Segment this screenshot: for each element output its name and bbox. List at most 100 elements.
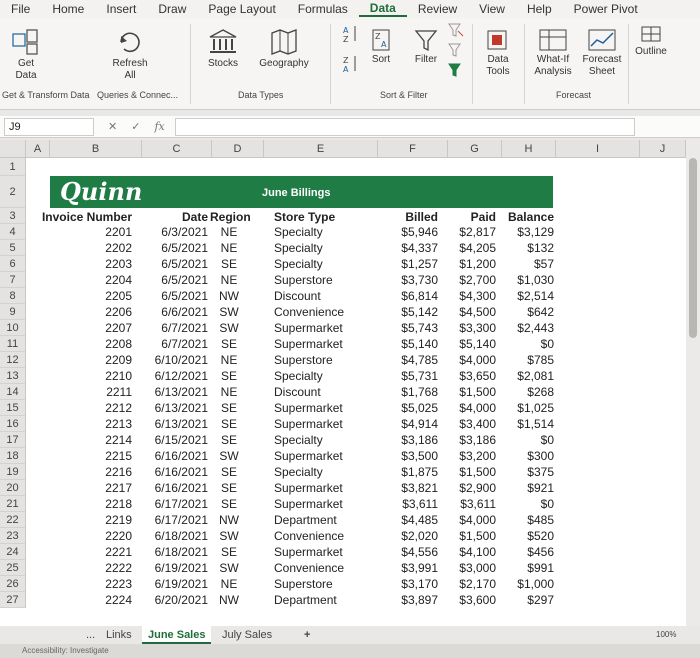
table-cell[interactable]: SW [210, 304, 248, 320]
table-cell[interactable]: $4,000 [440, 512, 496, 528]
table-cell[interactable]: 2216 [40, 464, 132, 480]
table-cell[interactable]: $2,900 [440, 480, 496, 496]
table-cell[interactable]: $4,556 [380, 544, 438, 560]
table-cell[interactable]: 6/6/2021 [136, 304, 208, 320]
sort-az-button[interactable]: AZ [340, 24, 362, 48]
table-cell[interactable]: 2215 [40, 448, 132, 464]
table-cell[interactable]: SW [210, 320, 248, 336]
row-header[interactable]: 1 [0, 158, 26, 176]
table-cell[interactable]: 2222 [40, 560, 132, 576]
table-header-cell[interactable]: Balance [496, 209, 554, 225]
table-cell[interactable]: Supermarket [274, 480, 384, 496]
table-cell[interactable]: $1,000 [496, 576, 554, 592]
table-cell[interactable]: Supermarket [274, 320, 384, 336]
cancel-icon[interactable]: ✕ [108, 120, 117, 133]
table-cell[interactable]: 6/16/2021 [136, 448, 208, 464]
table-cell[interactable]: 2206 [40, 304, 132, 320]
menu-file[interactable]: File [0, 2, 41, 16]
table-cell[interactable]: Discount [274, 288, 384, 304]
menu-insert[interactable]: Insert [95, 2, 147, 16]
table-cell[interactable]: 2213 [40, 416, 132, 432]
forecast-sheet-button[interactable]: Forecast Sheet [578, 28, 626, 78]
table-cell[interactable]: $2,020 [380, 528, 438, 544]
table-cell[interactable]: 2202 [40, 240, 132, 256]
sheet-tab-june-sales[interactable]: June Sales [142, 626, 212, 644]
status-bar[interactable]: Accessibility: Investigate [0, 644, 700, 658]
row-header[interactable]: 25 [0, 560, 26, 576]
menu-home[interactable]: Home [41, 2, 95, 16]
add-sheet-button[interactable]: + [298, 626, 316, 644]
zoom-level[interactable]: 100% [650, 626, 682, 644]
table-header-cell[interactable]: Invoice Number [40, 209, 132, 225]
table-cell[interactable]: $2,443 [496, 320, 554, 336]
table-cell[interactable]: 6/5/2021 [136, 272, 208, 288]
menu-review[interactable]: Review [407, 2, 468, 16]
table-cell[interactable]: SE [210, 416, 248, 432]
column-header-f[interactable]: F [378, 140, 448, 158]
table-cell[interactable]: $300 [496, 448, 554, 464]
table-cell[interactable]: $1,200 [440, 256, 496, 272]
column-header-h[interactable]: H [502, 140, 556, 158]
sheet-tab-links[interactable]: Links [100, 626, 138, 644]
table-cell[interactable]: 2217 [40, 480, 132, 496]
table-cell[interactable]: $3,186 [380, 432, 438, 448]
table-cell[interactable]: $3,170 [380, 576, 438, 592]
table-cell[interactable]: $5,731 [380, 368, 438, 384]
table-cell[interactable]: Specialty [274, 432, 384, 448]
table-cell[interactable]: $0 [496, 432, 554, 448]
row-header[interactable]: 7 [0, 272, 26, 288]
table-cell[interactable]: $520 [496, 528, 554, 544]
table-cell[interactable]: $3,000 [440, 560, 496, 576]
table-cell[interactable]: $3,611 [440, 496, 496, 512]
table-cell[interactable]: Superstore [274, 576, 384, 592]
formula-input[interactable] [174, 117, 635, 136]
outline-button[interactable]: Outline [632, 24, 670, 58]
row-header[interactable]: 12 [0, 352, 26, 368]
table-cell[interactable]: 2201 [40, 224, 132, 240]
table-cell[interactable]: $57 [496, 256, 554, 272]
table-header-cell[interactable]: Paid [440, 209, 496, 225]
table-cell[interactable]: Specialty [274, 368, 384, 384]
table-cell[interactable]: 6/5/2021 [136, 256, 208, 272]
table-cell[interactable]: $1,500 [440, 464, 496, 480]
table-cell[interactable]: 2208 [40, 336, 132, 352]
table-cell[interactable]: $4,100 [440, 544, 496, 560]
table-cell[interactable]: $1,875 [380, 464, 438, 480]
tab-overflow-ellipsis[interactable]: ... [80, 626, 101, 644]
table-cell[interactable]: $3,730 [380, 272, 438, 288]
table-cell[interactable]: NW [210, 512, 248, 528]
table-cell[interactable]: 6/20/2021 [136, 592, 208, 608]
table-cell[interactable]: $0 [496, 496, 554, 512]
table-cell[interactable]: $3,650 [440, 368, 496, 384]
table-cell[interactable]: 6/17/2021 [136, 496, 208, 512]
table-cell[interactable]: SW [210, 560, 248, 576]
table-cell[interactable]: Superstore [274, 352, 384, 368]
column-header-c[interactable]: C [142, 140, 212, 158]
row-header[interactable]: 14 [0, 384, 26, 400]
table-cell[interactable]: SE [210, 432, 248, 448]
row-header[interactable]: 21 [0, 496, 26, 512]
table-cell[interactable]: $5,142 [380, 304, 438, 320]
geography-button[interactable]: Geography [252, 28, 316, 70]
table-cell[interactable]: 2218 [40, 496, 132, 512]
column-header-j[interactable]: J [640, 140, 686, 158]
vertical-scrollbar[interactable] [686, 140, 700, 626]
table-cell[interactable]: Supermarket [274, 400, 384, 416]
table-cell[interactable]: SE [210, 400, 248, 416]
select-all-corner[interactable] [0, 140, 26, 158]
table-cell[interactable]: NE [210, 272, 248, 288]
menu-power-pivot[interactable]: Power Pivot [563, 2, 649, 16]
table-cell[interactable]: 6/18/2021 [136, 528, 208, 544]
table-cell[interactable]: $4,000 [440, 400, 496, 416]
table-cell[interactable]: 2220 [40, 528, 132, 544]
row-header[interactable]: 2 [0, 176, 26, 208]
table-cell[interactable]: $132 [496, 240, 554, 256]
table-cell[interactable]: 6/10/2021 [136, 352, 208, 368]
table-cell[interactable]: Specialty [274, 224, 384, 240]
table-cell[interactable]: Department [274, 592, 384, 608]
menu-formulas[interactable]: Formulas [287, 2, 359, 16]
row-header[interactable]: 26 [0, 576, 26, 592]
table-cell[interactable]: SE [210, 336, 248, 352]
table-cell[interactable]: 6/17/2021 [136, 512, 208, 528]
name-box[interactable]: J9 [4, 117, 94, 136]
